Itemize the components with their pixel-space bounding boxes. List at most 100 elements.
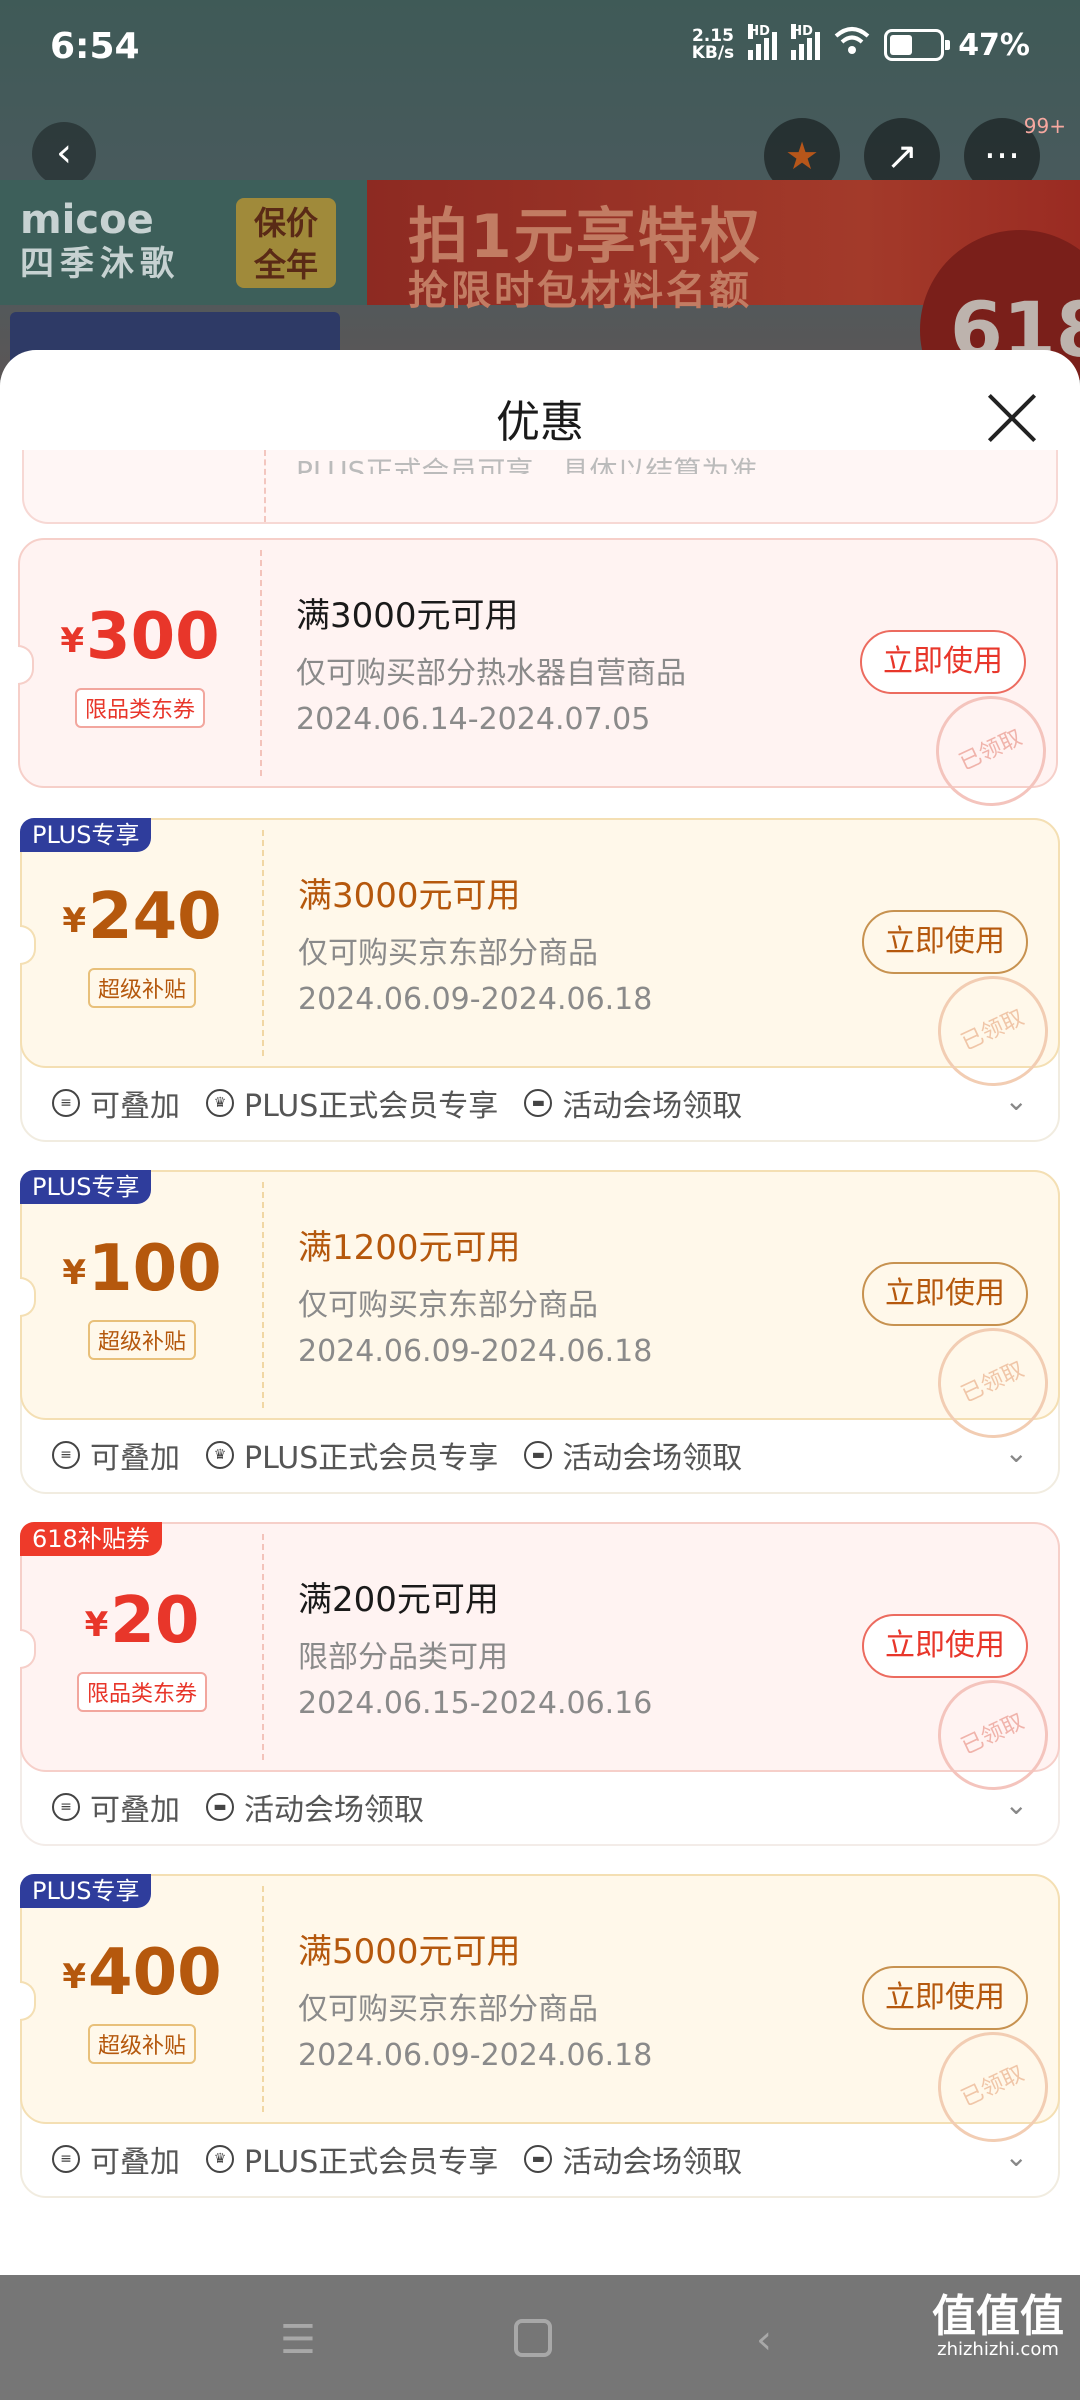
home-icon[interactable] (514, 2319, 552, 2357)
coupon-condition: 满5000元可用 (298, 1932, 521, 1972)
use-now-button[interactable]: 立即使用 (862, 1966, 1028, 2030)
coupon-type: 限品类东券 (22, 1672, 262, 1712)
coupon-group: PLUS专享 ¥100 超级补贴 满1200元可用 仅可购买京东部分商品 202… (20, 1170, 1067, 1494)
coupon-benefits[interactable]: ≡ 可叠加 ♛ PLUS正式会员专享 ▬ 活动会场领取 ⌄ (22, 1418, 1058, 1492)
coupon-condition: 满3000元可用 (296, 596, 519, 636)
coupon-group: PLUS专享 ¥400 超级补贴 满5000元可用 仅可购买京东部分商品 202… (20, 1874, 1067, 2198)
coupon-card-partial: PLUS正式会员可享，具体以结算为准 (22, 450, 1058, 524)
coupon-validity: 2024.06.09-2024.06.18 (298, 1334, 653, 1369)
coupon-amount: ¥100 (62, 1232, 222, 1306)
ticket-icon: ▬ (524, 1089, 553, 1117)
menu-icon[interactable]: ☰ (280, 2317, 316, 2363)
coupon-benefits[interactable]: ≡ 可叠加 ▬ 活动会场领取 ⌄ (22, 1770, 1058, 1844)
use-now-button[interactable]: 立即使用 (862, 1262, 1028, 1326)
stack-icon: ≡ (52, 1793, 80, 1821)
coupon-group: ¥300 限品类东券 满3000元可用 仅可购买部分热水器自营商品 2024.0… (18, 538, 1065, 825)
status-time: 6:54 (50, 26, 140, 67)
sheet-title: 优惠 (496, 397, 584, 448)
coupon-scope: 限部分品类可用 (298, 1640, 508, 1675)
background-page: 6:54 2.15 KB/s HD HD 47% ‹ ★ ↗ ··· 99+ mi… (0, 0, 1080, 380)
coupon-type: 超级补贴 (22, 1320, 262, 1360)
coupon-card: PLUS专享 ¥400 超级补贴 满5000元可用 仅可购买京东部分商品 202… (20, 1874, 1067, 2161)
plus-exclusive-tag: PLUS专享 (20, 1874, 152, 1908)
coupon-condition: 满3000元可用 (298, 876, 521, 916)
crown-icon: ♛ (206, 2145, 234, 2173)
back-button[interactable]: ‹ (32, 122, 96, 186)
benefit-plus-member: ♛ PLUS正式会员专享 (206, 2137, 498, 2181)
crown-icon: ♛ (206, 1441, 234, 1469)
signal-icon: HD (791, 24, 821, 60)
status-bar: 6:54 2.15 KB/s HD HD 47% (0, 0, 1080, 100)
close-icon[interactable] (984, 390, 1040, 446)
coupon-type: 超级补贴 (22, 2024, 262, 2064)
coupon-benefits[interactable]: ≡ 可叠加 ♛ PLUS正式会员专享 ▬ 活动会场领取 ⌄ (22, 1066, 1058, 1140)
benefit-stackable: ≡ 可叠加 (52, 2137, 180, 2181)
coupon-card: 618补贴券 ¥20 限品类东券 满200元可用 限部分品类可用 2024.06… (20, 1522, 1067, 1809)
promo-banner[interactable]: micoe 四季沐歌 保价 全年 拍1元享特权 抢限时包材料名额 618 (0, 180, 1080, 380)
benefit-stackable: ≡ 可叠加 (52, 1785, 180, 1829)
chevron-down-icon[interactable]: ⌄ (1005, 1788, 1028, 1821)
618-subsidy-tag: 618补贴券 (20, 1522, 162, 1556)
stack-icon: ≡ (52, 1441, 80, 1469)
benefit-event-venue: ▬ 活动会场领取 (206, 1785, 424, 1829)
benefit-event-venue: ▬ 活动会场领取 (524, 1433, 742, 1477)
banner-subtitle: 抢限时包材料名额 (408, 268, 752, 314)
battery-percent: 47% (958, 27, 1030, 63)
coupon-benefits[interactable]: ≡ 可叠加 ♛ PLUS正式会员专享 ▬ 活动会场领取 ⌄ (22, 2122, 1058, 2196)
benefit-event-venue: ▬ 活动会场领取 (524, 1081, 742, 1125)
benefit-event-venue: ▬ 活动会场领取 (524, 2137, 742, 2181)
coupon-amount: ¥400 (62, 1936, 222, 2010)
coupon-type: 超级补贴 (22, 968, 262, 1008)
banner-tag: 保价 全年 (236, 198, 336, 288)
network-speed: 2.15 KB/s (691, 26, 735, 63)
use-now-button[interactable]: 立即使用 (862, 910, 1028, 974)
coupon-group: PLUS专享 ¥240 超级补贴 满3000元可用 仅可购买京东部分商品 202… (20, 818, 1067, 1142)
coupon-validity: 2024.06.09-2024.06.18 (298, 982, 653, 1017)
brand-logo: micoe 四季沐歌 (20, 197, 180, 284)
coupon-card: ¥300 限品类东券 满3000元可用 仅可购买部分热水器自营商品 2024.0… (18, 538, 1065, 825)
coupon-type: 限品类东券 (20, 688, 260, 728)
coupon-scope: 仅可购买京东部分商品 (298, 1992, 598, 2027)
ticket-icon: ▬ (524, 1441, 553, 1469)
status-indicators: 2.15 KB/s HD HD 47% (691, 24, 1030, 64)
watermark-logo: 值值值 zhizhizhi.com (932, 2291, 1064, 2361)
notification-badge: 99+ (1023, 114, 1066, 138)
back-icon[interactable]: ‹ (756, 2317, 772, 2363)
coupon-amount: ¥240 (62, 880, 222, 954)
coupon-scope: 仅可购买京东部分商品 (298, 1288, 598, 1323)
coupon-sheet: 优惠 PLUS正式会员可享，具体以结算为准 ¥300 限品类东券 满3000元可… (0, 350, 1080, 2275)
share-icon: ↗ (886, 134, 918, 178)
coupon-validity: 2024.06.15-2024.06.16 (298, 1686, 653, 1721)
coupon-scope: 仅可购买京东部分商品 (298, 936, 598, 971)
coupon-card: PLUS专享 ¥240 超级补贴 满3000元可用 仅可购买京东部分商品 202… (20, 818, 1067, 1105)
more-icon: ··· (983, 134, 1021, 178)
crown-icon: ♛ (206, 1089, 234, 1117)
ticket-icon: ▬ (206, 1793, 234, 1821)
ticket-icon: ▬ (524, 2145, 553, 2173)
claimed-stamp: 已领取 (917, 677, 1065, 825)
coupon-condition: 满200元可用 (298, 1580, 499, 1620)
stack-icon: ≡ (52, 1089, 80, 1117)
plus-exclusive-tag: PLUS专享 (20, 1170, 152, 1204)
coupon-validity: 2024.06.14-2024.07.05 (296, 702, 651, 737)
coupon-scope: 仅可购买部分热水器自营商品 (296, 656, 686, 691)
chevron-left-icon: ‹ (56, 130, 72, 176)
coupon-condition: 满1200元可用 (298, 1228, 521, 1268)
chevron-down-icon[interactable]: ⌄ (1005, 1084, 1028, 1117)
use-now-button[interactable]: 立即使用 (862, 1614, 1028, 1678)
wifi-icon (834, 26, 870, 64)
signal-icon: HD (748, 24, 778, 60)
coupon-amount: ¥300 (60, 600, 220, 674)
use-now-button[interactable]: 立即使用 (860, 630, 1026, 694)
plus-exclusive-tag: PLUS专享 (20, 818, 152, 852)
chevron-down-icon[interactable]: ⌄ (1005, 1436, 1028, 1469)
stack-icon: ≡ (52, 2145, 80, 2173)
benefit-plus-member: ♛ PLUS正式会员专享 (206, 1433, 498, 1477)
benefit-stackable: ≡ 可叠加 (52, 1081, 180, 1125)
star-icon: ★ (784, 134, 820, 178)
coupon-amount: ¥20 (84, 1584, 200, 1658)
coupon-validity: 2024.06.09-2024.06.18 (298, 2038, 653, 2073)
system-nav-bar: ☰ ‹ 值值值 zhizhizhi.com (0, 2275, 1080, 2400)
coupon-card: PLUS专享 ¥100 超级补贴 满1200元可用 仅可购买京东部分商品 202… (20, 1170, 1067, 1457)
chevron-down-icon[interactable]: ⌄ (1005, 2140, 1028, 2173)
